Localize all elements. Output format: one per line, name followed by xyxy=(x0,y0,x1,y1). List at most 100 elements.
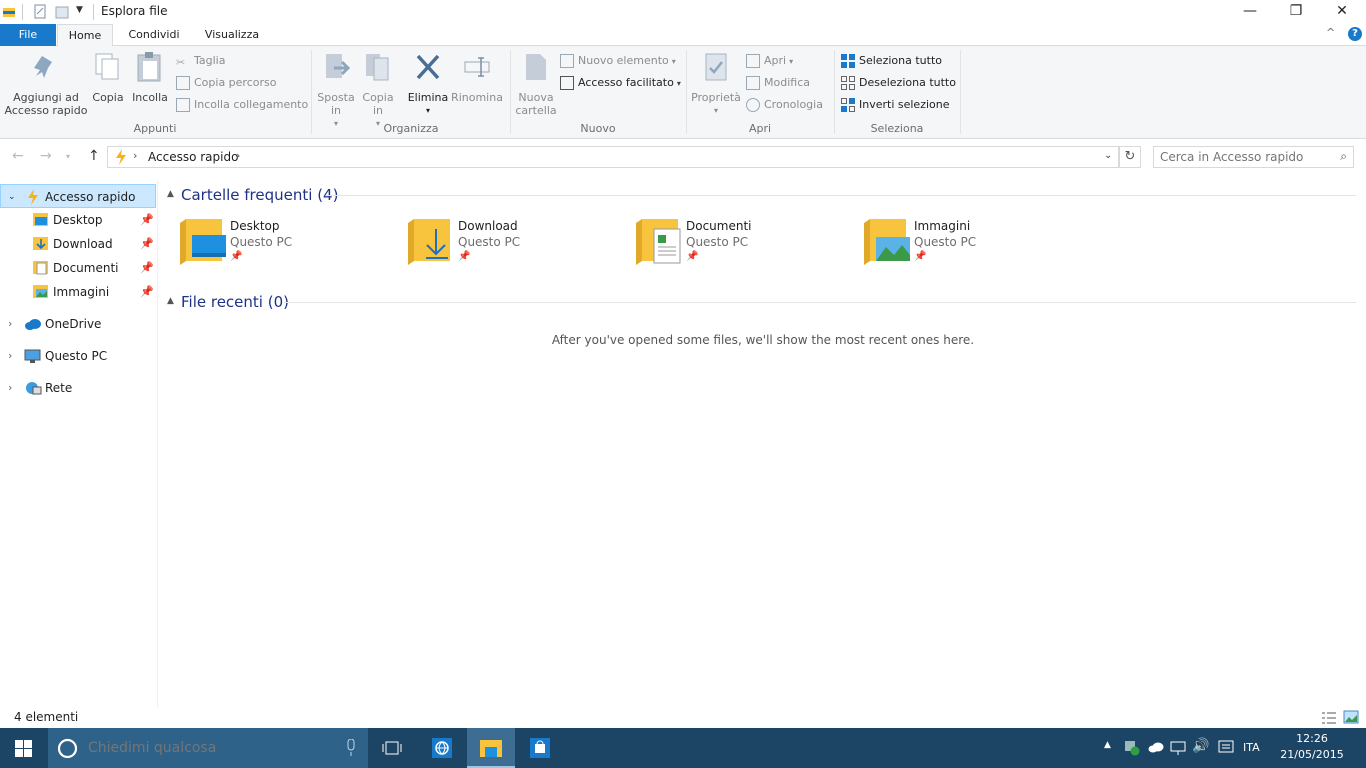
rename-label: Rinomina xyxy=(451,91,503,104)
pin-to-quick-access-button[interactable]: Aggiungi ad Accesso rapido xyxy=(4,50,88,117)
tab-home[interactable]: Home xyxy=(57,24,113,47)
file-explorer-icon[interactable] xyxy=(2,5,16,21)
collapse-ribbon-icon[interactable]: ^ xyxy=(1326,26,1335,39)
folder-tile[interactable]: Immagini Questo PC 📌 xyxy=(864,215,1064,269)
copy-to-button[interactable]: Copia in ▾ xyxy=(358,50,398,130)
nav-documents-label: Documenti xyxy=(53,261,119,275)
nav-this-pc[interactable]: › Questo PC xyxy=(0,344,156,368)
pin-icon[interactable]: 📌 xyxy=(140,232,154,256)
scissors-icon: ✂ xyxy=(176,56,186,69)
taskbar-store-button[interactable] xyxy=(516,728,564,768)
large-icons-view-icon[interactable] xyxy=(1343,710,1359,725)
search-box[interactable]: ⌕ xyxy=(1153,146,1354,168)
select-all-icon xyxy=(841,54,855,68)
tab-file[interactable]: File xyxy=(0,24,56,46)
microphone-icon[interactable] xyxy=(346,739,356,757)
recent-files-header[interactable]: File recenti (0) xyxy=(181,293,289,311)
folder-location: Questo PC xyxy=(458,235,521,249)
volume-icon[interactable]: 🔊 xyxy=(1192,738,1209,754)
delete-button[interactable]: Elimina ▾ xyxy=(406,50,450,117)
copy-path-button[interactable]: Copia percorso xyxy=(176,74,276,92)
paste-button[interactable]: Incolla xyxy=(130,50,170,104)
network-tray-icon[interactable] xyxy=(1170,740,1186,756)
properties-quick-icon[interactable] xyxy=(33,4,47,20)
invert-selection-icon xyxy=(841,98,855,112)
expand-chevron-icon[interactable]: › xyxy=(8,344,12,368)
paste-shortcut-button[interactable]: Incolla collegamento xyxy=(176,96,308,114)
clock[interactable]: 12:26 21/05/2015 xyxy=(1274,731,1350,763)
minimize-button[interactable]: — xyxy=(1227,0,1273,24)
select-all-button[interactable]: Seleziona tutto xyxy=(841,52,942,70)
search-input[interactable] xyxy=(1160,147,1330,167)
breadcrumb-chevron-icon[interactable]: › xyxy=(236,149,240,162)
cortana-search-box[interactable] xyxy=(48,728,368,768)
quick-access-icon xyxy=(116,149,126,165)
windows-start-icon[interactable] xyxy=(15,740,33,757)
edit-label: Modifica xyxy=(764,76,810,89)
expand-chevron-icon[interactable]: ⌄ xyxy=(8,185,16,209)
nav-pictures[interactable]: Immagini 📌 xyxy=(0,280,156,304)
invert-selection-button[interactable]: Inverti selezione xyxy=(841,96,950,114)
refresh-button[interactable]: ↻ xyxy=(1119,146,1141,168)
select-all-label: Seleziona tutto xyxy=(859,54,942,67)
history-button[interactable]: Cronologia xyxy=(746,96,823,114)
up-arrow-icon[interactable]: ↑ xyxy=(88,148,100,164)
properties-button[interactable]: Proprietà ▾ xyxy=(690,50,742,117)
maximize-button[interactable]: ❐ xyxy=(1273,0,1319,24)
copy-button[interactable]: Copia xyxy=(90,50,126,104)
breadcrumb-quick-access[interactable]: Accesso rapido xyxy=(148,150,238,164)
security-shield-icon[interactable] xyxy=(1124,740,1140,756)
folder-tile[interactable]: Download Questo PC 📌 xyxy=(408,215,608,269)
expand-chevron-icon[interactable]: › xyxy=(8,376,12,400)
recent-locations-chevron-icon[interactable]: ▾ xyxy=(66,152,70,161)
search-icon[interactable]: ⌕ xyxy=(1340,149,1347,164)
action-center-icon[interactable] xyxy=(1218,740,1234,756)
new-item-button[interactable]: Nuovo elemento ▾ xyxy=(560,52,676,70)
frequent-folders-header[interactable]: Cartelle frequenti (4) xyxy=(181,186,338,204)
taskbar-browser-button[interactable] xyxy=(418,728,466,768)
show-hidden-icons-chevron-icon[interactable]: ▲ xyxy=(1104,740,1111,750)
folder-location: Questo PC xyxy=(230,235,293,249)
folder-tile[interactable]: Desktop Questo PC 📌 xyxy=(180,215,380,269)
pin-icon[interactable]: 📌 xyxy=(140,256,154,280)
cortana-search-input[interactable] xyxy=(88,738,338,758)
help-icon[interactable]: ? xyxy=(1348,27,1362,41)
onedrive-tray-icon[interactable] xyxy=(1148,742,1164,753)
nav-desktop[interactable]: Desktop 📌 xyxy=(0,208,156,232)
details-view-icon[interactable] xyxy=(1321,711,1337,725)
open-button[interactable]: Apri ▾ xyxy=(746,52,793,70)
nav-network[interactable]: › Rete xyxy=(0,376,156,400)
task-view-button[interactable] xyxy=(368,728,416,768)
collapse-chevron-icon[interactable]: ▲ xyxy=(167,189,174,199)
move-to-label: Sposta in xyxy=(317,91,355,117)
address-bar[interactable]: › Accesso rapido › ⌄ xyxy=(107,146,1119,168)
nav-documents[interactable]: Documenti 📌 xyxy=(0,256,156,280)
easy-access-button[interactable]: Accesso facilitato ▾ xyxy=(560,74,681,92)
customize-quick-access-chevron-icon[interactable]: ▼ xyxy=(76,5,83,15)
folder-tile[interactable]: Documenti Questo PC 📌 xyxy=(636,215,836,269)
nav-download[interactable]: Download 📌 xyxy=(0,232,156,256)
rename-button[interactable]: Rinomina xyxy=(451,50,503,104)
nav-quick-access[interactable]: ⌄ Accesso rapido xyxy=(0,184,156,208)
address-dropdown-icon[interactable]: ⌄ xyxy=(1104,150,1112,161)
select-none-button[interactable]: Deseleziona tutto xyxy=(841,74,956,92)
tab-view[interactable]: Visualizza xyxy=(198,24,266,46)
pin-icon[interactable]: 📌 xyxy=(140,208,154,232)
new-folder-quick-icon[interactable] xyxy=(54,4,70,20)
tab-share[interactable]: Condividi xyxy=(122,24,186,46)
cut-button[interactable]: ✂ Taglia xyxy=(176,52,225,70)
edit-button[interactable]: Modifica xyxy=(746,74,810,92)
pin-icon[interactable]: 📌 xyxy=(140,280,154,304)
new-folder-button[interactable]: Nuova cartella xyxy=(514,50,558,117)
copy-path-icon xyxy=(176,76,190,90)
pin-to-quick-access-label: Aggiungi ad Accesso rapido xyxy=(4,91,88,117)
input-language[interactable]: ITA xyxy=(1243,741,1260,754)
back-arrow-icon[interactable]: ← xyxy=(12,148,24,164)
select-none-icon xyxy=(841,76,855,90)
taskbar-file-explorer-button[interactable] xyxy=(467,728,515,768)
close-button[interactable]: ✕ xyxy=(1319,0,1365,24)
forward-arrow-icon[interactable]: → xyxy=(40,148,52,164)
collapse-chevron-icon[interactable]: ▲ xyxy=(167,296,174,306)
move-to-button[interactable]: Sposta in ▾ xyxy=(316,50,356,130)
breadcrumb-chevron-icon[interactable]: › xyxy=(133,149,137,162)
